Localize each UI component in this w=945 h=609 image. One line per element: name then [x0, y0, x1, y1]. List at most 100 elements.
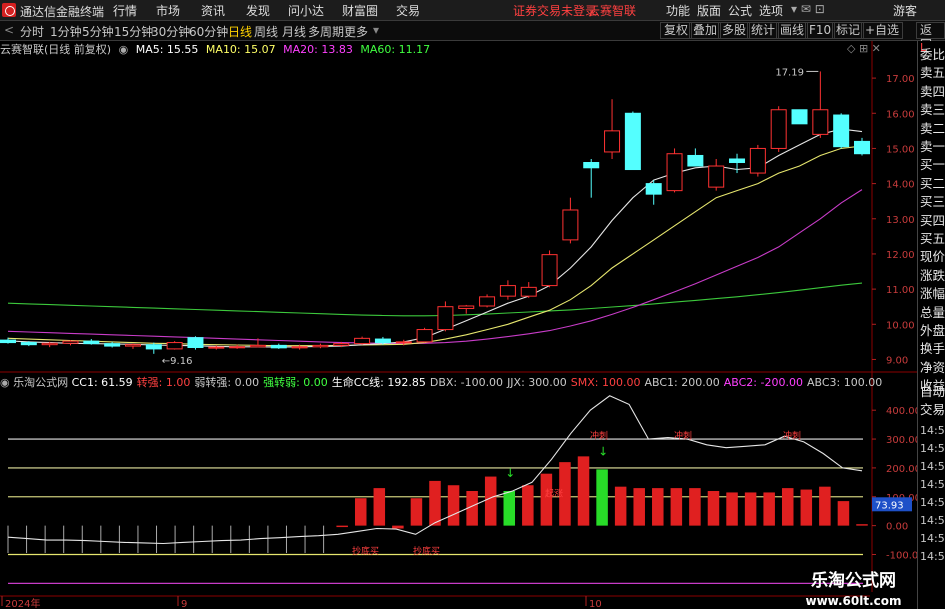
price-annotations: 17.19 ←9.16 — [162, 67, 819, 367]
candle-body — [499, 285, 516, 297]
candle-body — [520, 286, 537, 297]
candle-body — [20, 342, 37, 346]
indicator-bar — [522, 485, 534, 526]
candle-body — [249, 344, 266, 348]
indicator-stat: DBX: -100.00 — [429, 376, 504, 389]
indicator-bar — [577, 456, 590, 526]
date-axis: 2024年 9 10 — [0, 595, 870, 609]
side-field-label: 买五 — [920, 231, 945, 246]
indicator-tick-label: 200.00 — [886, 464, 917, 475]
side-field-label: 换手 — [920, 341, 945, 357]
indicator-bar — [800, 489, 813, 526]
side-field-label: 总量 — [920, 304, 945, 320]
indicator-bar — [392, 525, 404, 529]
tick-time: 14:56 — [920, 424, 945, 437]
signal-annotation: 冲刺 — [674, 430, 692, 442]
indicator-bar — [781, 488, 794, 526]
candle-body — [187, 337, 204, 348]
price-tick-label: 10.00 — [886, 320, 915, 331]
indicator-stat: ABC2: -200.00 — [723, 376, 803, 389]
side-field-label: 净资 — [920, 359, 945, 375]
chart-canvas[interactable]: 17.00 16.00 15.00 14.00 13.00 12.00 11.00 10.00… — [0, 0, 917, 609]
candle-body — [291, 346, 308, 349]
indicator-stat: 生命CC线: 192.85 — [331, 376, 426, 389]
candle-body — [645, 183, 662, 195]
current-value-label: 73.93 — [875, 500, 904, 511]
candle-body — [166, 342, 183, 350]
indicator-bar — [336, 525, 348, 528]
candle-body — [604, 130, 621, 153]
quote-side-panel: L 委比 卖五 卖四 卖三 卖二 卖一 买一 买二 买三 买四 买五 现价 涨跌 涨幅 总量 外盘 换手 净资 收益… — [917, 41, 945, 609]
side-field-label: 卖三 — [920, 102, 945, 118]
candle-body — [562, 209, 579, 241]
indicator-tick-label: 300.00 — [886, 435, 917, 446]
side-field-label: 买三 — [920, 194, 945, 210]
signal-annotation: 冲刺 — [783, 430, 801, 442]
side-field-label: 卖五 — [920, 65, 945, 81]
watermark-url: www.60lt.com — [805, 594, 902, 608]
tick-time: 14:56 — [920, 532, 945, 545]
tick-time: 14:56 — [920, 550, 945, 563]
side-field-label: 涨幅 — [920, 286, 945, 302]
watermark-title: 乐淘公式网 — [811, 571, 896, 591]
indicator-axis: 400.00300.00200.00100.000.00-100.0073.93 — [872, 406, 917, 561]
tick-time: 14:56 — [920, 514, 945, 527]
indicator-stat: 转强: 1.00 — [136, 376, 191, 389]
candle-body — [583, 162, 600, 169]
indicator-stat: ABC1: 200.00 — [644, 376, 720, 389]
indicator-bar — [503, 491, 516, 526]
tick-time: 14:56 — [920, 460, 945, 473]
indicator-bar — [614, 486, 627, 526]
price-tick-label: 9.00 — [886, 355, 908, 366]
side-field-label: 外盘 — [920, 323, 945, 338]
candle-body — [104, 343, 121, 347]
candle-body — [41, 342, 58, 346]
candle-body — [62, 340, 79, 344]
candle-body — [333, 343, 350, 346]
indicator-bar — [633, 488, 645, 526]
price-tick-label: 12.00 — [886, 250, 915, 261]
watermark: 乐淘公式网 www.60lt.com — [790, 566, 917, 609]
indicator-bar — [429, 480, 441, 526]
side-auto-trade-label[interactable]: 交易 — [920, 402, 945, 418]
indicator-tick-label: 0.00 — [886, 522, 908, 533]
side-field-label: 买二 — [920, 175, 945, 191]
indicator-bar — [819, 486, 831, 526]
indicator-bar — [447, 485, 460, 526]
side-field-label: 现价 — [920, 249, 945, 265]
candle-body — [833, 114, 850, 148]
candle-body — [229, 346, 246, 349]
indicator-stat: CC1: 61.59 — [71, 376, 133, 389]
price-tick-label: 11.00 — [886, 285, 915, 296]
candle-body — [0, 339, 16, 344]
price-tick-label: 15.00 — [886, 144, 915, 155]
price-tick-label: 13.00 — [886, 215, 915, 226]
indicator-stat: 强转弱: 0.00 — [263, 376, 328, 389]
candle-body — [374, 338, 391, 344]
candle-body — [708, 165, 725, 188]
candle-body — [812, 109, 829, 135]
side-field-label: 买一 — [920, 157, 945, 173]
buy-signal-arrow-icon: ↓ — [505, 466, 515, 480]
signal-annotation: 起涨 — [545, 488, 563, 499]
date-tick-label: 10 — [589, 599, 602, 609]
indicator-stat: JJX: 300.00 — [507, 376, 567, 389]
indicator-bar — [837, 501, 850, 526]
indicator-bar — [596, 469, 608, 526]
candle-body — [479, 296, 496, 307]
side-auto-trade-label[interactable]: 自动 — [920, 384, 945, 400]
tick-time: 14:56 — [920, 496, 945, 509]
candle-body — [437, 306, 454, 331]
indicator-bar — [652, 488, 664, 526]
price-tick-label: 14.00 — [886, 180, 915, 191]
candle-body — [416, 329, 433, 343]
indicator-bar — [354, 498, 367, 526]
candle-body — [624, 112, 641, 171]
candle-body — [749, 147, 766, 174]
back-button[interactable]: 返回 — [916, 22, 945, 52]
indicator-bar — [763, 492, 775, 526]
indicator-bar — [689, 488, 701, 526]
candle-body — [458, 305, 475, 309]
date-tick-label: 2024年 — [5, 597, 40, 609]
sub-chart-settings-icon[interactable]: ◉ — [0, 376, 10, 389]
